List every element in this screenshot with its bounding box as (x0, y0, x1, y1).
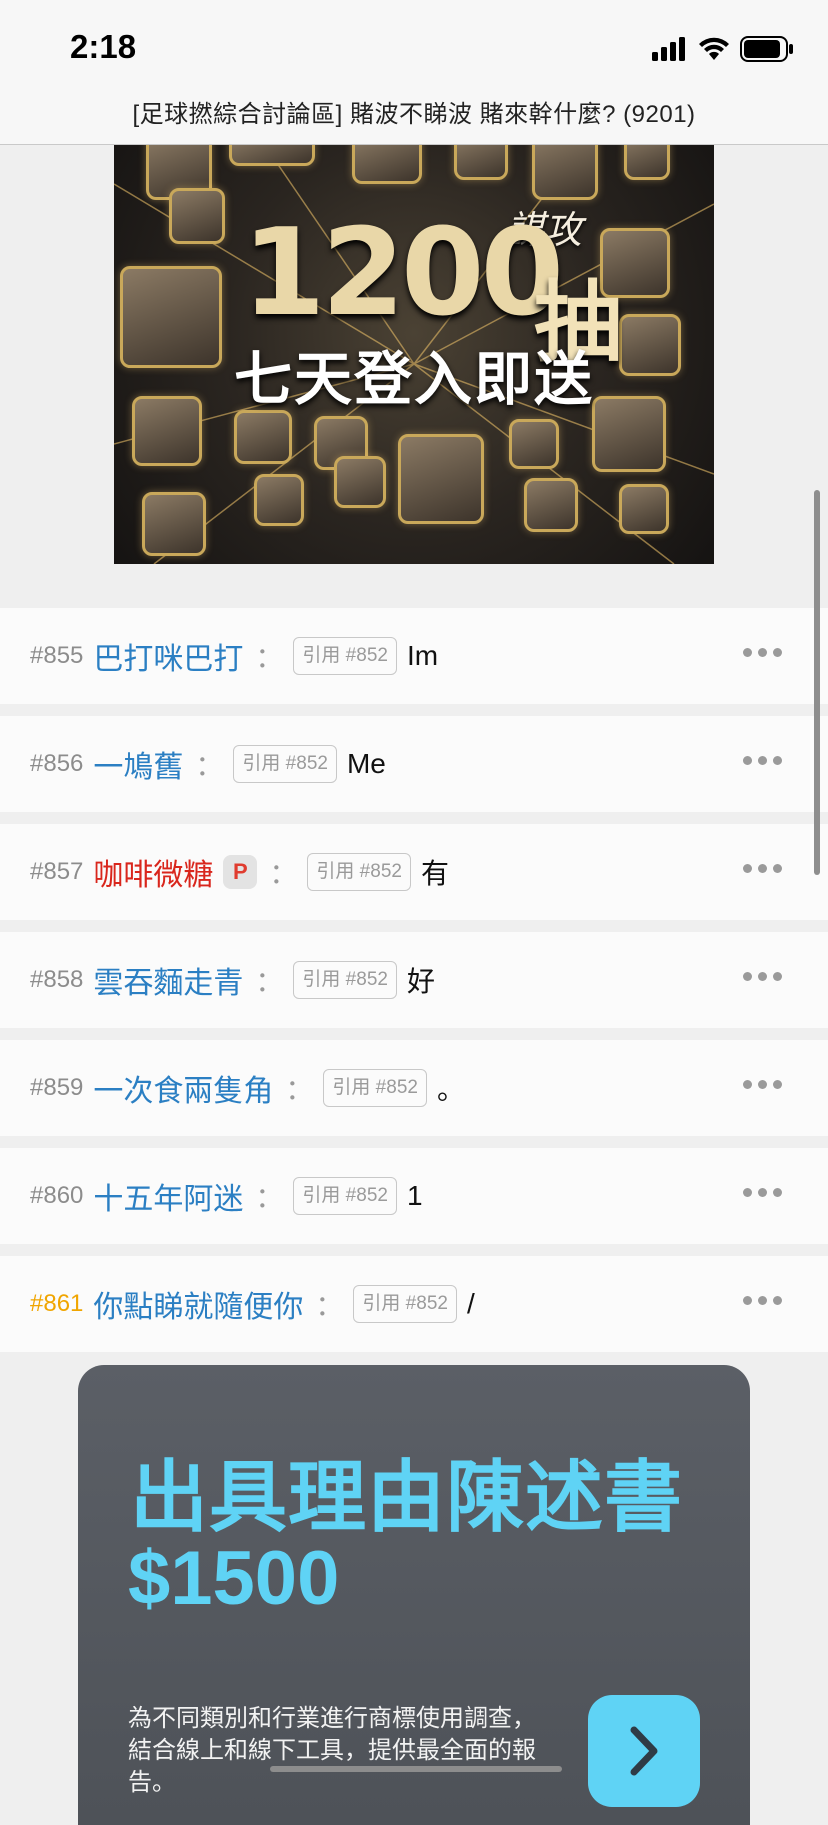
separator-colon: ： (285, 1074, 314, 1105)
more-options-icon[interactable] (743, 756, 782, 765)
reply-row[interactable]: #859 一次食兩隻角 ： 引用 #852 。 (0, 1040, 828, 1136)
more-options-icon[interactable] (743, 1188, 782, 1197)
more-options-icon[interactable] (743, 1080, 782, 1089)
reply-row[interactable]: #858 雲吞麵走青 ： 引用 #852 好 (0, 932, 828, 1028)
more-options-icon[interactable] (743, 864, 782, 873)
hero-portrait (524, 478, 578, 532)
hero-portrait (532, 144, 598, 200)
hero-portrait (254, 474, 304, 526)
hero-portrait (234, 410, 292, 464)
status-time: 2:18 (70, 28, 137, 65)
separator-colon: ： (255, 966, 284, 997)
floor-number[interactable]: #858 (30, 966, 83, 994)
scrollbar[interactable] (814, 490, 820, 875)
reply-row[interactable]: #860 十五年阿迷 ： 引用 #852 1 (0, 1148, 828, 1244)
separator-colon: ： (195, 750, 224, 781)
ad-price: $1500 (128, 1536, 340, 1621)
author-name[interactable]: 咖啡微糖 (93, 850, 213, 894)
home-indicator (270, 1766, 562, 1772)
ad-open-button[interactable] (588, 1695, 700, 1807)
reply-row[interactable]: #857 咖啡微糖 P ： 引用 #852 有 (0, 824, 828, 920)
bottom-ad[interactable]: 出具理由陳述書 $1500 為不同類別和行業進行商標使用調查，結合線上和線下工具… (78, 1365, 750, 1825)
separator-colon: ： (269, 858, 298, 889)
hero-portrait (454, 144, 508, 180)
thread-title[interactable]: [足球撚綜合討論區] 賭波不睇波 賭來幹什麼? (9201) (0, 94, 828, 129)
author-name[interactable]: 巴打咪巴打 (93, 634, 243, 678)
floor-number[interactable]: #857 (30, 858, 83, 886)
author-name[interactable]: 一鳩舊 (93, 742, 183, 786)
more-options-icon[interactable] (743, 1296, 782, 1305)
separator-colon: ： (315, 1290, 344, 1321)
quote-link[interactable]: 引用 #852 (323, 1069, 427, 1107)
floor-number[interactable]: #855 (30, 642, 83, 670)
quote-link[interactable]: 引用 #852 (293, 1177, 397, 1215)
reply-row[interactable]: #861 你點睇就隨便你 ： 引用 #852 / (0, 1256, 828, 1352)
hero-portrait (509, 419, 559, 469)
hero-portrait (352, 144, 422, 184)
ad-description: 為不同類別和行業進行商標使用調查，結合線上和線下工具，提供最全面的報告。 (128, 1705, 536, 1796)
floor-number[interactable]: #859 (30, 1074, 83, 1102)
hero-portrait (142, 492, 206, 556)
quote-link[interactable]: 引用 #852 (353, 1285, 457, 1323)
reply-message: / (466, 1288, 475, 1319)
battery-icon (740, 36, 793, 62)
floor-number[interactable]: #856 (30, 750, 83, 778)
hero-portrait (398, 434, 484, 524)
author-name[interactable]: 一次食兩隻角 (93, 1066, 273, 1110)
status-icons (652, 34, 794, 64)
hero-portrait (619, 484, 669, 534)
reply-row[interactable]: #856 一鳩舊 ： 引用 #852 Me (0, 716, 828, 812)
quote-link[interactable]: 引用 #852 (293, 637, 397, 675)
ad-title: 出具理由陳述書 (130, 1453, 684, 1541)
author-name[interactable]: 十五年阿迷 (93, 1174, 243, 1218)
reply-row[interactable]: #855 巴打咪巴打 ： 引用 #852 Im (0, 608, 828, 704)
hero-portrait (229, 144, 315, 166)
author-name[interactable]: 雲吞麵走青 (93, 958, 243, 1002)
quote-link[interactable]: 引用 #852 (307, 853, 411, 891)
reply-message: 有 (420, 858, 449, 889)
cellular-signal-icon (652, 37, 685, 61)
chevron-right-icon (630, 1726, 658, 1776)
premium-badge: P (223, 855, 258, 889)
top-ad-banner[interactable]: 謀攻 1200 抽 七天登入即送 (114, 144, 714, 564)
banner-subtitle: 七天登入即送 (233, 347, 594, 412)
reply-message: 好 (406, 966, 435, 997)
more-options-icon[interactable] (743, 648, 782, 657)
top-bar: 2:18 [足球撚綜合討論區] 賭波不睇波 賭來幹什麼? (9201) (0, 0, 828, 145)
author-name[interactable]: 你點睇就隨便你 (93, 1282, 303, 1326)
hero-portrait (334, 456, 386, 508)
reply-message: Me (346, 748, 386, 779)
separator-colon: ： (255, 1182, 284, 1213)
banner-headline-number: 1200 (242, 204, 564, 343)
more-options-icon[interactable] (743, 972, 782, 981)
separator-colon: ： (255, 642, 284, 673)
quote-link[interactable]: 引用 #852 (293, 961, 397, 999)
wifi-icon (699, 37, 729, 60)
hero-portrait (624, 144, 670, 180)
floor-number[interactable]: #861 (30, 1290, 83, 1318)
hero-portrait (169, 188, 225, 244)
reply-message: Im (406, 640, 439, 671)
reply-message: 1 (406, 1180, 423, 1211)
floor-number[interactable]: #860 (30, 1182, 83, 1210)
quote-link[interactable]: 引用 #852 (233, 745, 337, 783)
reply-message: 。 (436, 1074, 465, 1105)
